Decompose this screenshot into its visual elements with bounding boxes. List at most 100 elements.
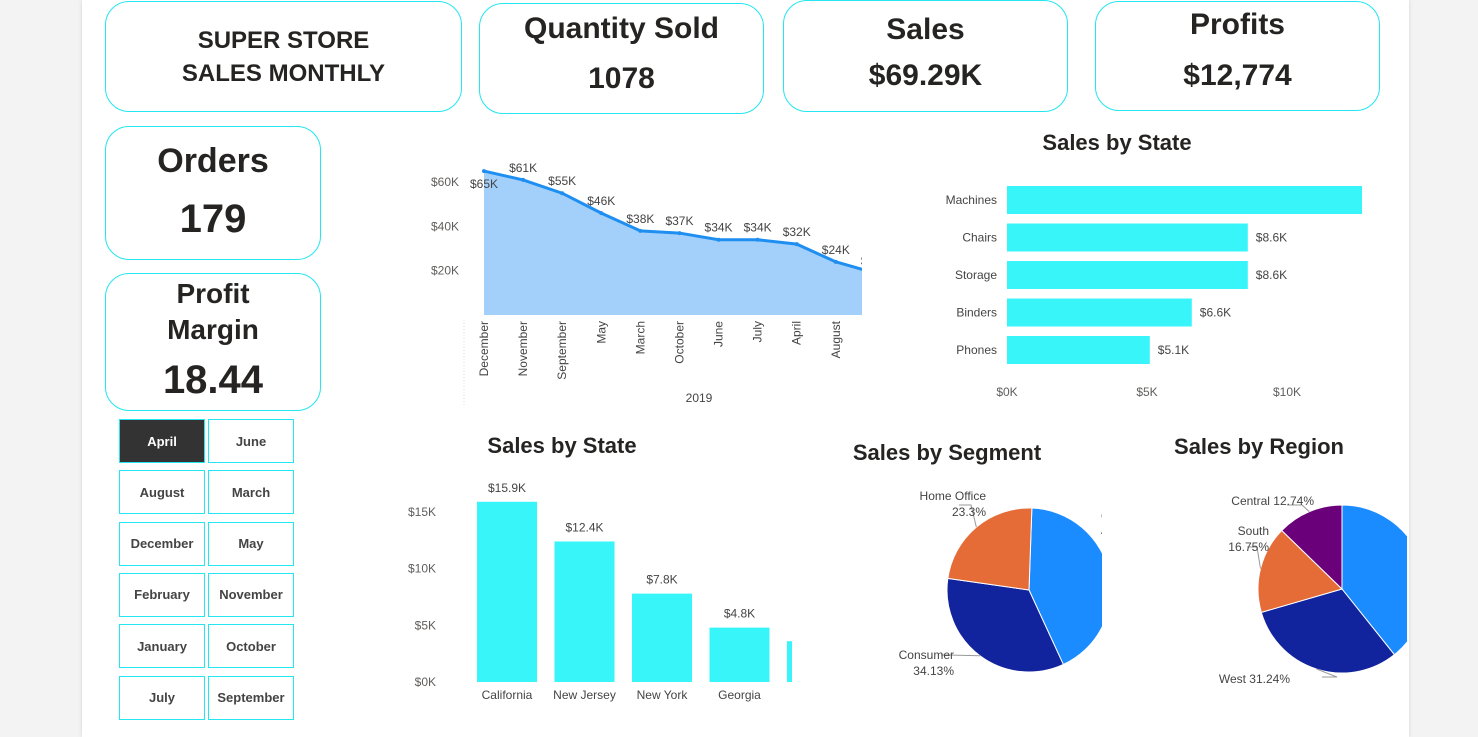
vbar-ytick-label: $10K <box>408 562 436 576</box>
slicer-item-september[interactable]: September <box>208 675 294 720</box>
hbar-bar-machines <box>1007 186 1362 214</box>
area-xtick-label: March <box>633 321 647 354</box>
area-data-label: $34K <box>705 221 733 235</box>
area-data-label: $32K <box>783 225 811 239</box>
region-pie-title: Sales by Region <box>1174 434 1344 459</box>
vbar-ytick-label: $5K <box>415 618 436 632</box>
title-card: SUPER STORE SALES MONTHLY <box>105 1 462 112</box>
slicer-item-november[interactable]: November <box>208 572 294 617</box>
area-xtick-label: November <box>516 321 530 376</box>
vbar-bar-georgia <box>709 627 770 682</box>
hbar-data-label: $5.1K <box>1158 343 1189 357</box>
slicer-item-june[interactable]: June <box>208 419 294 463</box>
vbar-category-label: Georgia <box>718 688 761 702</box>
sales-by-region-pie: East39.28%West 31.24%South16.75%Central … <box>1219 494 1407 686</box>
profit-margin-card: Profit Margin 18.44 <box>105 273 321 411</box>
sales-by-category-bar-chart: Machines$13.9KChairs$8.6KStorage$8.6KBin… <box>946 186 1362 399</box>
vbar-category-label: California <box>482 688 533 702</box>
area-point <box>482 169 486 174</box>
profit-margin-value: 18.44 <box>162 358 264 402</box>
hbar-category-label: Machines <box>946 193 997 207</box>
area-data-label: $61K <box>509 161 537 175</box>
pie-label-consumer: Consumer <box>899 648 954 662</box>
area-ytick-label: $20K <box>431 264 459 278</box>
pie-label-corporate: Corporate <box>1101 509 1102 523</box>
vbar-ytick-label: $15K <box>408 505 436 519</box>
slicer-item-march[interactable]: March <box>208 470 294 515</box>
area-xtick-label: December <box>477 321 491 376</box>
hbar-data-label: $8.6K <box>1256 268 1287 282</box>
pie-label-south: South <box>1238 524 1269 538</box>
sales-card: Sales $69.29K <box>783 0 1068 112</box>
slicer-item-december[interactable]: December <box>119 521 205 566</box>
pie-label-home-office: Home Office <box>920 489 987 503</box>
area-point <box>599 211 604 216</box>
area-data-label: $55K <box>548 174 576 188</box>
profits-label: Profits <box>1189 8 1285 41</box>
area-data-label: $38K <box>626 212 654 226</box>
quantity-card: Quantity Sold 1078 <box>479 3 764 114</box>
area-point <box>833 259 838 264</box>
slicer-item-may[interactable]: May <box>208 521 294 566</box>
hbar-category-label: Phones <box>956 343 997 357</box>
area-fill <box>484 171 862 315</box>
hbar-bar-storage <box>1007 261 1248 289</box>
profit-margin-label-2: Margin <box>167 314 259 345</box>
vbar-bar-new-jersey <box>554 541 615 682</box>
pie-label-central: Central 12.74% <box>1231 494 1314 508</box>
area-data-label: $65K <box>470 177 498 191</box>
slicer-item-july[interactable]: July <box>119 675 205 720</box>
slicer-item-february[interactable]: February <box>119 572 205 617</box>
area-point <box>638 228 643 233</box>
hbar-category-label: Binders <box>956 306 997 320</box>
area-xtick-label: August <box>829 320 843 358</box>
area-xtick-label: April <box>790 321 804 345</box>
area-data-label: $46K <box>587 194 615 208</box>
hbar-chart-title: Sales by State <box>1042 130 1192 155</box>
vbar-category-label: New York <box>637 688 689 702</box>
slicer-item-january[interactable]: January <box>119 624 205 669</box>
hbar-xtick-label: $0K <box>996 385 1017 399</box>
profit-margin-label-1: Profit <box>176 278 250 309</box>
area-point <box>521 177 526 182</box>
area-ytick-label: $60K <box>431 175 459 189</box>
area-xtick-label: May <box>594 321 608 344</box>
area-point <box>794 242 799 247</box>
hbar-xtick-label: $10K <box>1273 385 1301 399</box>
vbar-data-label: $4.8K <box>724 607 755 621</box>
slicer-item-august[interactable]: August <box>119 470 205 515</box>
report-title: SUPER STORE SALES MONTHLY <box>181 27 386 87</box>
area-point <box>716 237 721 242</box>
quantity-value: 1078 <box>588 62 655 95</box>
area-xtick-label: June <box>712 321 726 347</box>
vbar-data-label: $12.4K <box>565 520 603 534</box>
hbar-bar-phones <box>1007 336 1150 364</box>
hbar-bar-binders <box>1007 298 1192 327</box>
vbar-data-label: $15.9K <box>488 481 526 495</box>
area-ytick-label: $40K <box>431 219 459 233</box>
vbar-chart-title: Sales by State <box>487 433 637 458</box>
sales-label: Sales <box>886 13 965 46</box>
pie-pct-south: 16.75% <box>1228 540 1269 554</box>
orders-card: Orders 179 <box>105 126 321 260</box>
sales-value: $69.29K <box>868 59 983 92</box>
orders-value: 179 <box>179 197 247 241</box>
slicer-item-october[interactable]: October <box>208 624 294 669</box>
slicer-item-april[interactable]: April <box>119 419 205 463</box>
orders-label: Orders <box>157 142 269 180</box>
report-canvas: SUPER STORE SALES MONTHLY Quantity Sold … <box>82 0 1409 737</box>
pie-label-west: West 31.24% <box>1219 672 1290 686</box>
pie-slice-home-office <box>947 507 1033 591</box>
vbar-bar-california <box>477 501 537 682</box>
profits-card: Profits $12,774 <box>1095 1 1380 111</box>
area-data-label: $34K <box>744 221 772 235</box>
hbar-xtick-label: $5K <box>1136 385 1157 399</box>
vbar-category-label: New Jersey <box>553 688 616 702</box>
hbar-category-label: Storage <box>955 268 997 282</box>
area-point <box>677 231 682 236</box>
sales-by-state-bar-chart: $0K $5K $10K $15K $15.9K California $12.4K New … <box>408 481 792 702</box>
area-xtick-label: October <box>672 321 686 364</box>
pie-pct-home-office: 23.3% <box>952 505 986 519</box>
hbar-bar-chairs <box>1007 223 1248 252</box>
hbar-category-label: Chairs <box>962 231 997 245</box>
